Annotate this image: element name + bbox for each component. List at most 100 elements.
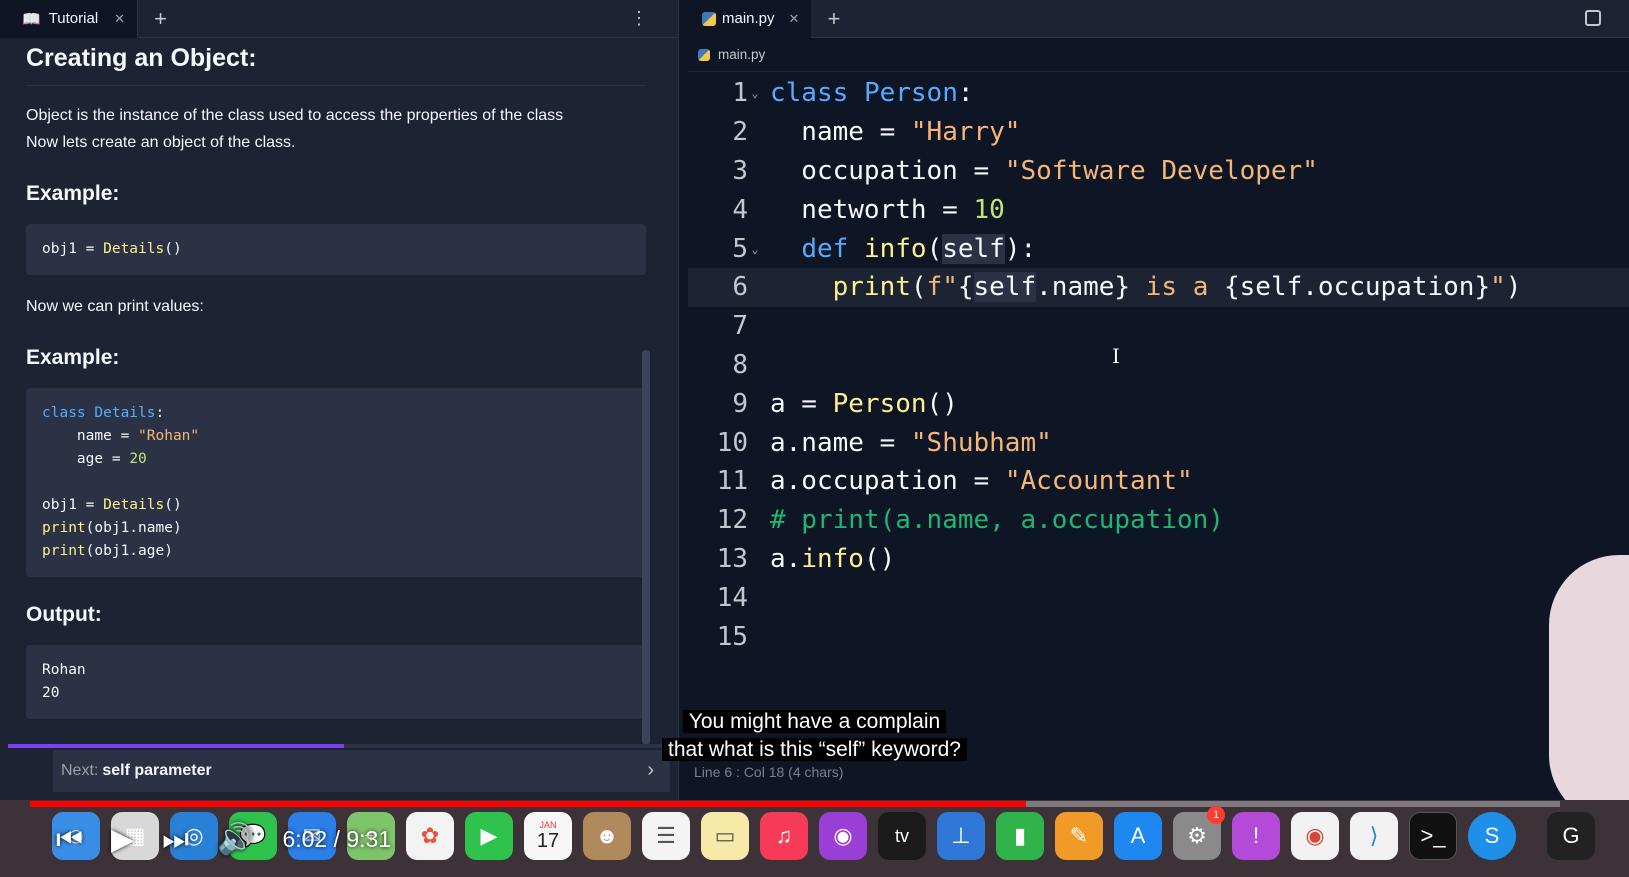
next-label: Next: xyxy=(61,762,99,779)
facetime-icon[interactable]: ▶ xyxy=(465,812,513,860)
code-line: 1 ⌄ class Person: xyxy=(688,74,1629,113)
code-line: 2 name = "Harry" xyxy=(688,113,1629,152)
code-line: 11 a.occupation = "Accountant" xyxy=(688,462,1629,501)
play-icon[interactable]: ▶ xyxy=(111,822,134,857)
line-number: 10 xyxy=(716,427,748,458)
video-progress-fill xyxy=(30,801,1027,807)
output-line-1: Rohan xyxy=(42,662,86,678)
line-number: 4 xyxy=(732,194,748,225)
code-line: 7 xyxy=(688,307,1629,346)
code-text: a.name = "Shubham" xyxy=(770,427,1052,458)
tv-label: tv xyxy=(894,825,909,846)
add-tab-icon[interactable]: + xyxy=(827,6,840,32)
python-file-icon xyxy=(702,11,716,26)
video-controls: ⏮ ▶ ⏭ 🔊 6:02 / 9:31 xyxy=(56,822,391,857)
breadcrumb-file[interactable]: main.py xyxy=(718,47,765,62)
code-line: 14 xyxy=(688,578,1629,617)
panel-menu-icon[interactable] xyxy=(1585,10,1601,26)
video-subtitle: You might have a complain that what is t… xyxy=(0,708,1629,764)
line-number: 3 xyxy=(732,155,748,186)
code-line: 4 networth = 10 xyxy=(688,190,1629,229)
tab-main-py[interactable]: main.py ✕ xyxy=(688,0,812,38)
line-number: 6 xyxy=(732,272,748,303)
text-cursor-icon: I xyxy=(1112,344,1120,368)
tutorial-heading: Creating an Object: xyxy=(26,38,646,86)
cursor-position-status: Line 6 : Col 18 (4 chars) xyxy=(694,764,844,780)
system-settings-icon[interactable]: ⚙ 1 xyxy=(1173,806,1225,860)
skype-icon[interactable]: S xyxy=(1468,812,1516,860)
python-file-icon xyxy=(698,48,710,61)
code-block-1: obj1 = Details() xyxy=(26,224,646,275)
terminal-icon[interactable]: >_ xyxy=(1409,812,1457,860)
tab-tutorial-label: Tutorial xyxy=(48,10,99,27)
tutorial-tabbar: 📖 Tutorial ✕ + xyxy=(0,0,678,38)
code-line: 15 xyxy=(688,617,1629,656)
code-text: networth = 10 xyxy=(770,194,1005,225)
code-text: def info(self): xyxy=(801,233,1037,264)
tutorial-intro: Object is the instance of the class used… xyxy=(26,102,646,156)
chrome-icon[interactable]: ◉ xyxy=(1291,812,1339,860)
line-number: 1 xyxy=(732,78,748,109)
line-number: 13 xyxy=(716,543,748,574)
logitech-icon[interactable]: G xyxy=(1547,812,1595,860)
line-number: 5 xyxy=(732,233,748,264)
close-icon[interactable]: ✕ xyxy=(789,11,800,27)
code-line: 13 a.info() xyxy=(688,540,1629,579)
calendar-day: 17 xyxy=(536,829,560,852)
code-text: a.occupation = "Accountant" xyxy=(770,466,1193,497)
intro-line-1: Object is the instance of the class used… xyxy=(26,107,564,124)
reminders-icon[interactable]: ☰ xyxy=(642,812,690,860)
app-store-icon[interactable]: A xyxy=(1114,812,1162,860)
code-editor[interactable]: 1 ⌄ class Person: 2 name = "Harry" 3 occup… xyxy=(688,74,1629,764)
numbers-icon[interactable]: ▮ xyxy=(996,812,1044,860)
add-tab-icon[interactable]: + xyxy=(154,6,167,32)
code-line: 12 # print(a.name, a.occupation) xyxy=(688,501,1629,540)
intro-line-2: Now lets create an object of the class. xyxy=(26,134,296,151)
more-options-icon[interactable]: ⋮ xyxy=(630,8,648,29)
line-number: 9 xyxy=(732,388,748,419)
apple-tv-icon[interactable]: tv xyxy=(878,812,926,860)
output-heading: Output: xyxy=(26,603,102,626)
settings-badge: 1 xyxy=(1207,806,1225,824)
photos-icon[interactable]: ✿ xyxy=(406,812,454,860)
calendar-icon[interactable]: JAN 17 xyxy=(524,812,572,860)
code-line: 9 a = Person() xyxy=(688,384,1629,423)
code-text: class Person: xyxy=(770,78,974,109)
line-number: 12 xyxy=(716,505,748,536)
line-number: 11 xyxy=(716,466,748,497)
line-number: 2 xyxy=(732,117,748,148)
tutorial-scrollbar[interactable] xyxy=(642,350,650,745)
next-icon[interactable]: ⏭ xyxy=(162,823,189,857)
example-heading-2: Example: xyxy=(26,346,120,369)
presenter-video xyxy=(1549,555,1629,825)
line-number: 14 xyxy=(716,582,748,613)
editor-tabbar: main.py ✕ + xyxy=(688,0,1629,38)
code-line: 10 a.name = "Shubham" xyxy=(688,423,1629,462)
calendar-month: JAN xyxy=(539,819,557,830)
output-line-2: 20 xyxy=(42,685,60,701)
code-text: name = "Harry" xyxy=(770,117,1021,148)
fold-chevron-icon[interactable]: ⌄ xyxy=(748,242,762,256)
previous-icon[interactable]: ⏮ xyxy=(56,823,83,857)
keynote-icon[interactable]: ⊥ xyxy=(937,812,985,860)
music-icon[interactable]: ♫ xyxy=(760,812,808,860)
code-line: 3 occupation = "Software Developer" xyxy=(688,152,1629,191)
podcasts-icon[interactable]: ◉ xyxy=(819,812,867,860)
code-line: 5 ⌄ def info(self): xyxy=(688,229,1629,268)
close-icon[interactable]: ✕ xyxy=(114,11,125,27)
editor-pane: main.py ✕ + main.py 1 ⌄ class Person: 2 na… xyxy=(688,0,1629,825)
pages-icon[interactable]: ✎ xyxy=(1055,812,1103,860)
volume-icon[interactable]: 🔊 xyxy=(217,822,254,857)
code-text: occupation = "Software Developer" xyxy=(770,155,1318,186)
fold-chevron-icon[interactable]: ⌄ xyxy=(748,86,762,100)
tutorial-pane: 📖 Tutorial ✕ + ⋮ Creating an Object: Obj… xyxy=(0,0,679,800)
feedback-icon[interactable]: ! xyxy=(1232,812,1280,860)
code-block-2: class Details: name = "Rohan" age = 20 o… xyxy=(26,388,646,577)
book-icon: 📖 xyxy=(22,10,41,28)
contacts-icon[interactable]: ☻ xyxy=(583,812,631,860)
vscode-icon[interactable]: ⟩ xyxy=(1350,812,1398,860)
tab-tutorial[interactable]: 📖 Tutorial ✕ xyxy=(0,0,139,38)
tab-main-py-label: main.py xyxy=(722,10,775,27)
code-text: print(f"{self.name} is a {self.occupatio… xyxy=(832,272,1522,303)
notes-icon[interactable]: ▭ xyxy=(701,812,749,860)
